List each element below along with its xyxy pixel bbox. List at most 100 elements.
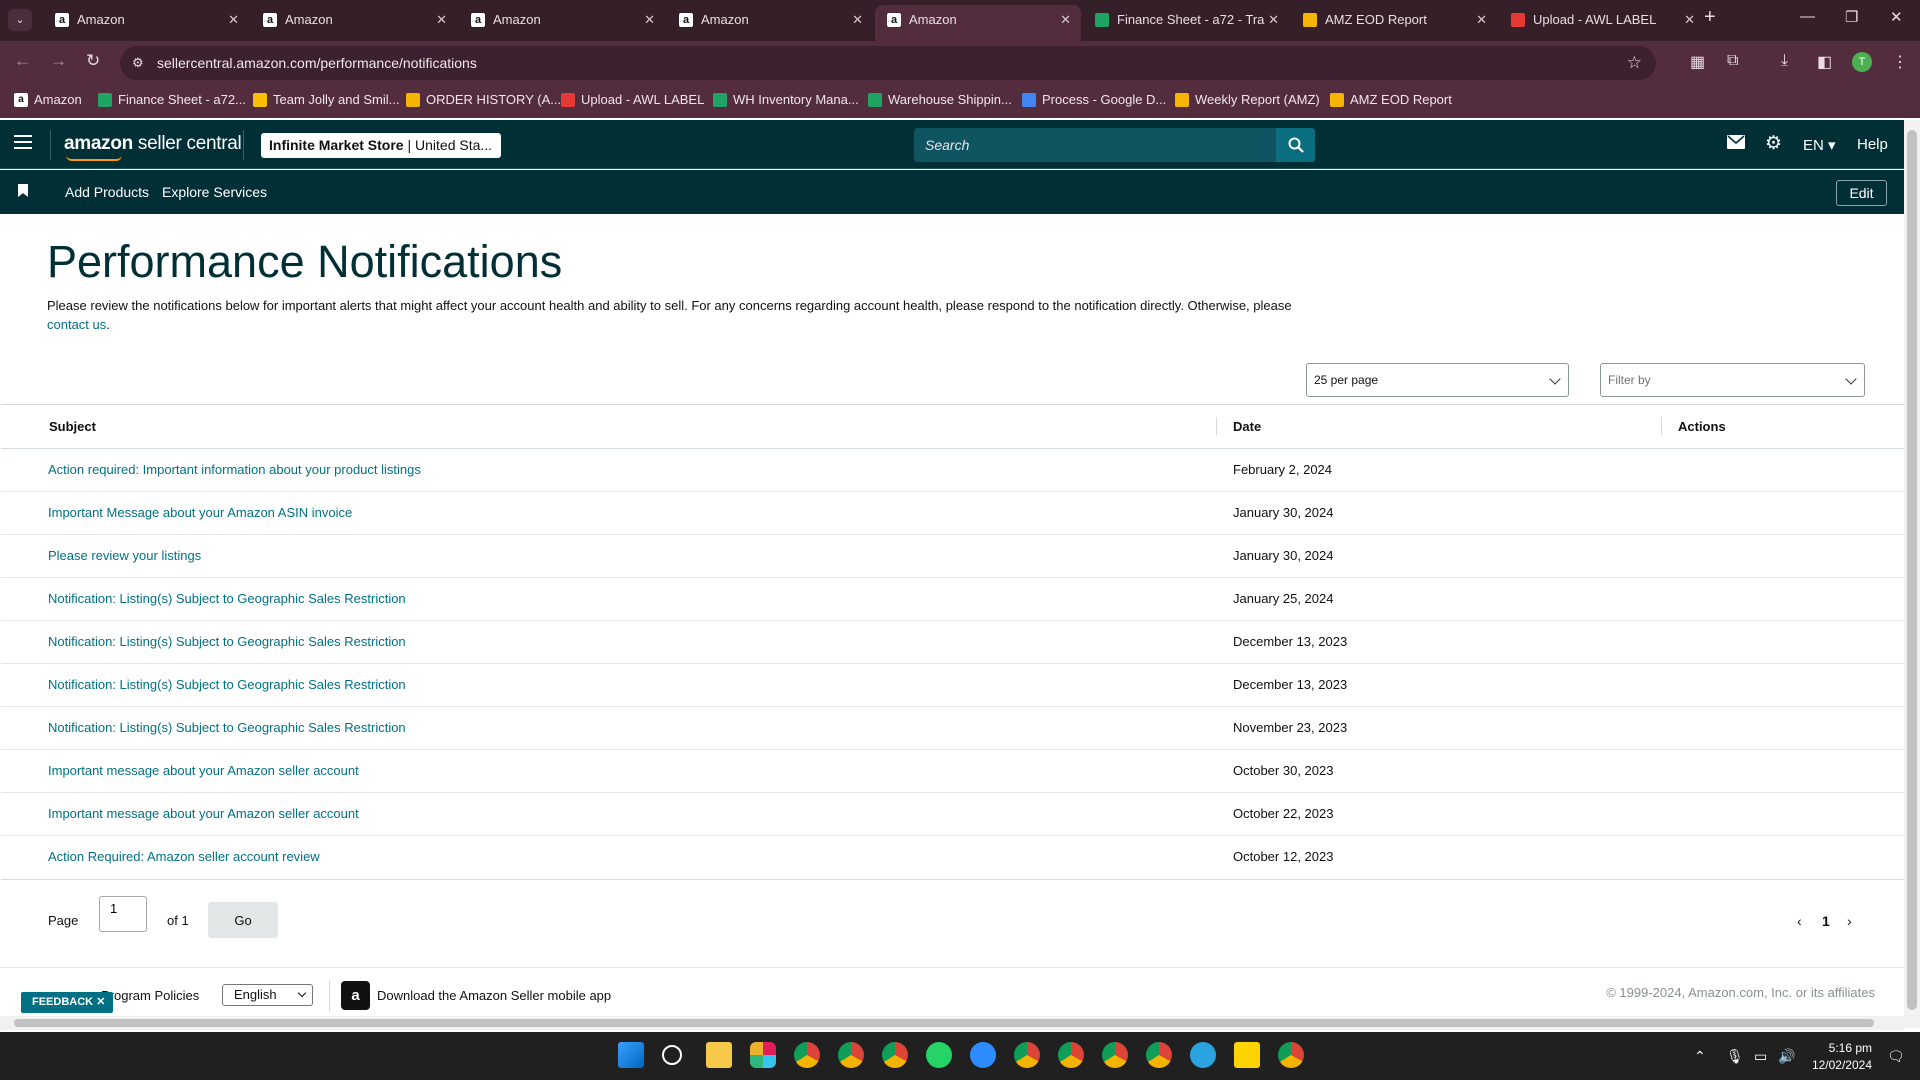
seller-app-icon[interactable]: a <box>341 981 370 1010</box>
bookmark-item[interactable]: Process - Google D... <box>1022 92 1166 107</box>
profile-avatar[interactable]: T <box>1852 52 1872 72</box>
filter-select[interactable]: Filter by <box>1600 363 1865 397</box>
bookmark-icon[interactable] <box>18 184 28 197</box>
store-switcher[interactable]: Infinite Market Store | United Sta... <box>261 133 501 158</box>
bookmark-item[interactable]: Finance Sheet - a72... <box>98 92 246 107</box>
column-subject[interactable]: Subject <box>49 419 96 434</box>
volume-icon[interactable]: 🔊 <box>1778 1048 1795 1065</box>
notification-subject-link[interactable]: Important message about your Amazon sell… <box>48 806 359 821</box>
chrome-icon[interactable] <box>794 1042 820 1068</box>
tab-search-icon[interactable]: ⌄ <box>8 9 32 31</box>
new-tab-button[interactable]: + <box>1704 6 1716 29</box>
extensions-icon[interactable]: ⧉ <box>1727 52 1738 70</box>
explore-services-link[interactable]: Explore Services <box>162 184 267 200</box>
notification-subject-link[interactable]: Notification: Listing(s) Subject to Geog… <box>48 591 406 606</box>
per-page-select[interactable]: 25 per page <box>1306 363 1569 397</box>
notification-subject-link[interactable]: Action Required: Amazon seller account r… <box>48 849 320 864</box>
notification-icon[interactable]: 🗨 <box>1887 1048 1905 1065</box>
go-button[interactable]: Go <box>208 902 278 938</box>
chrome-icon[interactable] <box>882 1042 908 1068</box>
chrome-icon[interactable] <box>1102 1042 1128 1068</box>
download-icon[interactable]: ⤓ <box>1781 52 1788 70</box>
footer-language-select[interactable]: English <box>222 984 313 1006</box>
program-policies-link[interactable]: Program Policies <box>101 988 199 1003</box>
close-tab-icon[interactable]: ✕ <box>1268 5 1279 35</box>
file-explorer-icon[interactable] <box>706 1042 732 1068</box>
sticky-notes-icon[interactable] <box>1234 1042 1260 1068</box>
address-bar[interactable]: ⚙ sellercentral.amazon.com/performance/n… <box>120 46 1656 80</box>
zoom-icon[interactable] <box>970 1042 996 1068</box>
url-text[interactable]: sellercentral.amazon.com/performance/not… <box>157 55 477 71</box>
windows-start-icon[interactable] <box>618 1042 644 1068</box>
close-icon[interactable]: ✕ <box>96 996 105 1008</box>
contact-us-link[interactable]: contact us <box>47 317 106 332</box>
help-link[interactable]: Help <box>1857 136 1888 153</box>
minimize-icon[interactable]: — <box>1800 8 1815 25</box>
scroll-thumb[interactable] <box>14 1019 1874 1027</box>
chrome-icon[interactable] <box>1278 1042 1304 1068</box>
clock-time[interactable]: 5:16 pm <box>1808 1041 1872 1055</box>
notification-subject-link[interactable]: Important message about your Amazon sell… <box>48 763 359 778</box>
reload-icon[interactable]: ↻ <box>86 51 100 71</box>
download-app-link[interactable]: Download the Amazon Seller mobile app <box>377 988 611 1003</box>
telegram-icon[interactable] <box>1190 1042 1216 1068</box>
close-tab-icon[interactable]: ✕ <box>228 5 239 35</box>
notification-subject-link[interactable]: Please review your listings <box>48 548 201 563</box>
bookmark-item[interactable]: AMZ EOD Report <box>1330 92 1452 107</box>
site-info-icon[interactable]: ⚙ <box>132 55 144 71</box>
settings-gear-icon[interactable]: ⚙ <box>1765 132 1782 155</box>
notification-subject-link[interactable]: Notification: Listing(s) Subject to Geog… <box>48 677 406 692</box>
close-tab-icon[interactable]: ✕ <box>644 5 655 35</box>
network-icon[interactable]: ▭ <box>1754 1048 1767 1065</box>
browser-tab[interactable]: a Amazon ✕ <box>667 5 873 41</box>
search-input[interactable] <box>914 128 1276 162</box>
page-number-input[interactable] <box>99 896 147 932</box>
whatsapp-icon[interactable] <box>926 1042 952 1068</box>
close-tab-icon[interactable]: ✕ <box>852 5 863 35</box>
bookmark-item[interactable]: Upload - AWL LABEL <box>561 92 704 107</box>
close-tab-icon[interactable]: ✕ <box>1684 5 1695 35</box>
horizontal-scrollbar[interactable] <box>0 1016 1904 1030</box>
search-icon[interactable] <box>662 1045 682 1065</box>
bookmark-item[interactable]: Warehouse Shippin... <box>868 92 1012 107</box>
restore-icon[interactable]: ❐ <box>1845 8 1858 26</box>
feedback-button[interactable]: FEEDBACK ✕ <box>21 992 113 1013</box>
search-field[interactable] <box>914 128 1276 162</box>
hamburger-menu-icon[interactable] <box>14 135 32 153</box>
clock-date[interactable]: 12/02/2024 <box>1808 1058 1872 1072</box>
close-tab-icon[interactable]: ✕ <box>436 5 447 35</box>
forward-icon[interactable]: → <box>50 51 67 71</box>
language-selector[interactable]: EN ▾ <box>1803 136 1836 154</box>
notification-subject-link[interactable]: Notification: Listing(s) Subject to Geog… <box>48 720 406 735</box>
notification-subject-link[interactable]: Important Message about your Amazon ASIN… <box>48 505 352 520</box>
scroll-thumb[interactable] <box>1907 130 1917 1010</box>
browser-tab[interactable]: Upload - AWL LABEL ✕ <box>1499 5 1705 41</box>
browser-menu-icon[interactable]: ⋮ <box>1892 52 1908 72</box>
search-button[interactable] <box>1276 128 1315 162</box>
chevron-up-icon[interactable]: ⌃ <box>1694 1048 1706 1065</box>
bookmark-item[interactable]: Team Jolly and Smil... <box>253 92 399 107</box>
notification-subject-link[interactable]: Notification: Listing(s) Subject to Geog… <box>48 634 406 649</box>
chrome-icon[interactable] <box>838 1042 864 1068</box>
close-tab-icon[interactable]: ✕ <box>1476 5 1487 35</box>
browser-tab[interactable]: a Amazon ✕ <box>43 5 249 41</box>
vertical-scrollbar[interactable] <box>1904 120 1920 1028</box>
notification-subject-link[interactable]: Action required: Important information a… <box>48 462 421 477</box>
microphone-icon[interactable]: 🎙 <box>1726 1048 1744 1065</box>
browser-tab[interactable]: Finance Sheet - a72 - Tra ✕ <box>1083 5 1289 41</box>
bookmark-item[interactable]: WH Inventory Mana... <box>713 92 859 107</box>
chrome-icon[interactable] <box>1146 1042 1172 1068</box>
back-icon[interactable]: ← <box>14 51 31 71</box>
bookmark-star-icon[interactable]: ☆ <box>1627 53 1642 73</box>
close-window-icon[interactable]: ✕ <box>1890 8 1903 26</box>
bookmark-item[interactable]: a Amazon <box>14 92 82 107</box>
next-page-icon[interactable]: › <box>1847 913 1852 929</box>
chrome-icon[interactable] <box>1014 1042 1040 1068</box>
browser-tab[interactable]: a Amazon ✕ <box>875 5 1081 41</box>
edit-button[interactable]: Edit <box>1836 180 1887 206</box>
seller-central-logo[interactable]: amazon seller central <box>64 133 242 161</box>
browser-tab[interactable]: a Amazon ✕ <box>459 5 665 41</box>
previous-page-icon[interactable]: ‹ <box>1797 913 1802 929</box>
bookmark-item[interactable]: Weekly Report (AMZ) <box>1175 92 1320 107</box>
slack-icon[interactable] <box>750 1042 776 1068</box>
